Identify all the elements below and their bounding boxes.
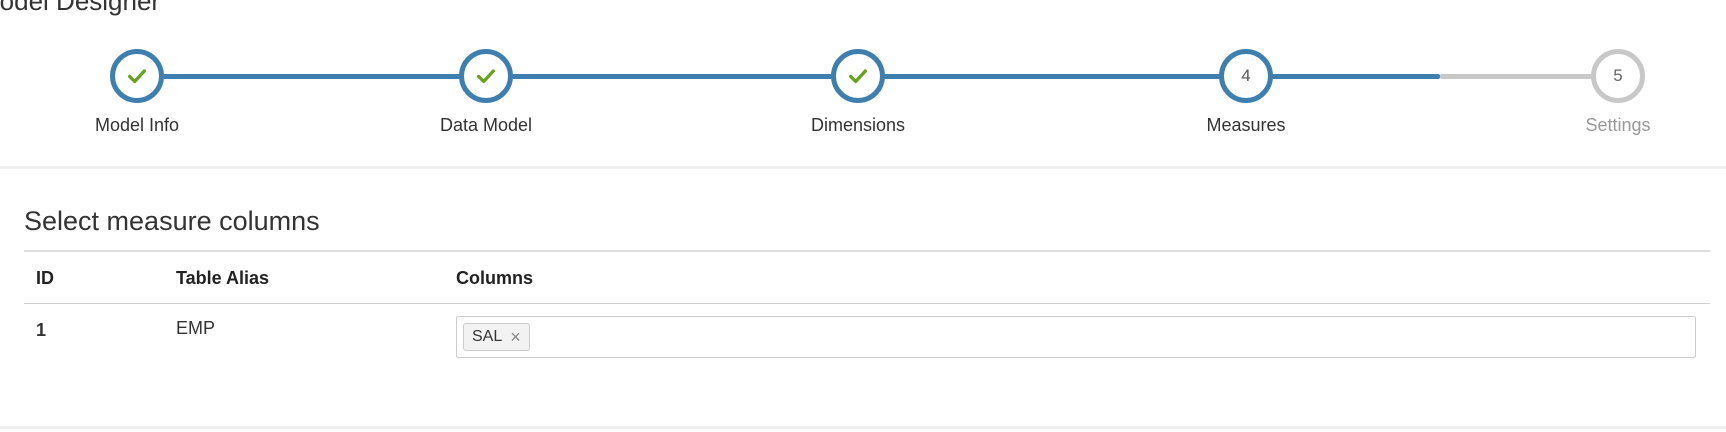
wizard-steps: Model Info Data Model Dimensions 4 Measu… — [0, 0, 1726, 168]
step-measures-number: 4 — [1241, 66, 1251, 85]
row-table-alias: EMP — [176, 318, 216, 338]
column-tag-sal: SAL × — [463, 323, 530, 351]
checkmark-icon — [128, 69, 146, 84]
column-header-columns: Columns — [456, 268, 534, 288]
column-tag-label: SAL — [472, 328, 503, 345]
wizard-track-4-active — [1264, 74, 1440, 79]
table-header-rule — [24, 303, 1710, 304]
row-id: 1 — [36, 320, 47, 340]
section-divider — [0, 166, 1726, 169]
checkmark-icon — [849, 69, 867, 84]
step-measures-circle[interactable]: 4 — [1219, 49, 1273, 103]
measure-columns-input[interactable]: SAL × — [456, 316, 1696, 358]
section-title: Select measure columns — [24, 206, 320, 236]
step-model-info-circle[interactable] — [110, 49, 164, 103]
step-data-model-circle[interactable] — [459, 49, 513, 103]
wizard-track-3-4 — [872, 74, 1240, 79]
column-header-table-alias: Table Alias — [176, 268, 270, 288]
wizard-track-4-5 — [1440, 74, 1596, 79]
step-settings-circle[interactable]: 5 — [1591, 49, 1645, 103]
step-settings-label[interactable]: Settings — [1585, 115, 1650, 136]
step-model-info-label[interactable]: Model Info — [95, 115, 179, 136]
wizard-track-2-3 — [504, 74, 848, 79]
remove-tag-icon[interactable]: × — [510, 328, 521, 346]
step-measures-label[interactable]: Measures — [1206, 115, 1285, 136]
wizard-track-1-2 — [150, 74, 480, 79]
step-dimensions-label[interactable]: Dimensions — [811, 115, 905, 136]
table-top-rule — [24, 250, 1710, 252]
bottom-divider — [0, 426, 1726, 429]
step-dimensions-circle[interactable] — [831, 49, 885, 103]
column-header-id: ID — [36, 268, 54, 288]
step-data-model-label[interactable]: Data Model — [440, 115, 532, 136]
checkmark-icon — [477, 69, 495, 84]
step-settings-number: 5 — [1613, 66, 1623, 85]
